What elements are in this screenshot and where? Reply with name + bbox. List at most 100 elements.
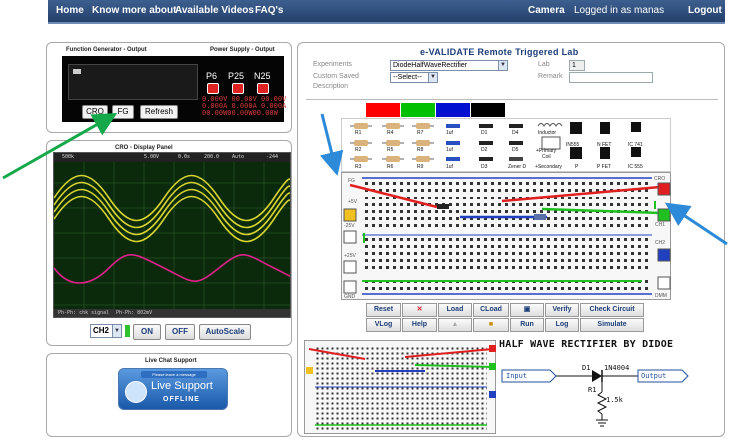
lock-icon: ▲ <box>451 321 459 328</box>
cro-button[interactable]: CRO <box>82 105 108 119</box>
custom-saved-select[interactable]: --Select-- ▼ <box>390 72 438 83</box>
component-label: IC 555 <box>628 164 643 170</box>
experiment-select-value: DiodeHalfWaveRectifier <box>393 62 468 69</box>
lock-button[interactable]: ▲ <box>438 318 472 332</box>
channel-select[interactable]: CH2 ▼ <box>90 324 122 338</box>
live-support-button[interactable]: Please leave a message Live Support OFFL… <box>118 368 228 410</box>
red-color-bar[interactable] <box>366 103 400 117</box>
nav-videos-link[interactable]: Available Videos <box>175 5 254 16</box>
resistor-symbol <box>596 391 608 415</box>
cload-button[interactable]: CLoad <box>473 303 509 317</box>
unlock-icon: ■ <box>488 321 494 328</box>
preview-holes <box>315 346 487 430</box>
cro-display: 500k 5.00V 0.0s 200.0 Auto -244 Ph-Ph: c… <box>53 152 291 318</box>
breadboard-label: +5V <box>348 199 358 205</box>
help-button[interactable]: Help <box>402 318 437 332</box>
fet-n-icon <box>600 122 610 134</box>
remark-input[interactable] <box>569 72 653 83</box>
component-label: Coil <box>542 154 551 160</box>
component-label: R6 <box>387 164 394 170</box>
check-circuit-button[interactable]: Check Circuit <box>580 303 644 317</box>
autoscale-button[interactable]: AutoScale <box>199 324 251 340</box>
component-label: 1uf <box>446 147 453 153</box>
cro-yellow-trace <box>54 174 290 243</box>
component-label: P FET <box>597 164 612 170</box>
resistor-on-board <box>534 214 546 220</box>
ps-channel-label: N25 <box>254 71 271 81</box>
component-label: R5 <box>387 147 394 153</box>
custom-saved-select-value: --Select-- <box>393 74 422 81</box>
circuit-preview-svg <box>306 345 496 430</box>
schematic-r1-label: R1 <box>588 386 597 394</box>
load-button[interactable]: Load <box>438 303 472 317</box>
component-label: N FET <box>597 142 612 148</box>
cro-panel-title: CRO - Display Panel <box>115 145 173 151</box>
breadboard-label: +25V <box>344 253 356 259</box>
live-support-text: Live Support <box>151 380 213 392</box>
component-label: R7 <box>417 130 424 136</box>
breadboard-label: CRO <box>654 176 666 182</box>
component-label: 1uf <box>446 164 453 170</box>
ps-knob-n25[interactable] <box>257 83 269 94</box>
lab-label: Lab <box>538 61 550 68</box>
page: Home Know more about Available Videos FA… <box>0 0 729 441</box>
channel-select-value: CH2 <box>93 326 110 335</box>
fg-button[interactable]: FG <box>112 105 134 119</box>
transistor-n-icon <box>570 122 582 134</box>
left-terminals <box>343 208 357 294</box>
leave-message-text: Please leave a message <box>141 371 207 378</box>
component-label: R2 <box>355 147 362 153</box>
preview-terminal <box>306 367 313 374</box>
simulate-button[interactable]: Simulate <box>580 318 644 332</box>
delete-icon: ✕ <box>416 306 423 313</box>
component-label: IN555 <box>566 142 580 148</box>
breadboard-label: DMM <box>655 293 667 299</box>
run-button[interactable]: Run <box>510 318 544 332</box>
chevron-down-icon: ▼ <box>428 73 437 82</box>
ic741-icon <box>631 122 641 132</box>
nav-camera-link[interactable]: Camera <box>528 5 565 16</box>
ic555-icon <box>631 147 641 157</box>
fg-screen-icon <box>73 69 81 74</box>
ps-knob-p6[interactable] <box>207 83 219 94</box>
ps-knob-p25[interactable] <box>232 83 244 94</box>
save-button[interactable]: ▣ <box>510 303 544 317</box>
nav-know-more-link[interactable]: Know more about <box>92 5 176 16</box>
nav-logout-link[interactable]: Logout <box>688 5 722 16</box>
diode-on-board <box>437 204 449 209</box>
component-label: Zener D <box>508 164 527 170</box>
vlog-button[interactable]: VLog <box>366 318 401 332</box>
experiment-select[interactable]: DiodeHalfWaveRectifier ▼ <box>390 60 508 71</box>
diode-symbol <box>592 370 602 382</box>
component-label: R1 <box>355 130 362 136</box>
component-label: +Secondary <box>535 164 562 170</box>
nav-home-link[interactable]: Home <box>56 5 84 16</box>
function-generator-title: Function Generator - Output <box>66 47 147 53</box>
component-label: R8 <box>417 147 424 153</box>
off-button[interactable]: OFF <box>165 324 195 340</box>
component-label: D2 <box>481 147 488 153</box>
save-icon: ▣ <box>523 306 531 313</box>
circuit-preview <box>304 340 496 434</box>
schematic-input-label: Input <box>506 372 528 380</box>
black-color-bar[interactable] <box>471 103 505 117</box>
ps-channel-label: P25 <box>228 71 245 81</box>
delete-button[interactable]: ✕ <box>402 303 437 317</box>
unlock-button[interactable]: ■ <box>473 318 509 332</box>
on-button[interactable]: ON <box>133 324 161 340</box>
description-label: Description <box>313 83 349 90</box>
reset-button[interactable]: Reset <box>366 303 401 317</box>
nav-faqs-link[interactable]: FAQ's <box>255 5 284 16</box>
green-color-bar[interactable] <box>401 103 435 117</box>
schematic-part-label: 1N4004 <box>604 364 630 372</box>
blue-color-bar[interactable] <box>436 103 470 117</box>
log-button[interactable]: Log <box>545 318 579 332</box>
preview-terminal <box>489 363 496 370</box>
logged-in-text: Logged in as manas <box>574 5 665 16</box>
cro-footer: Ph-Ph: chk signal Ph-Ph: 802mV <box>54 309 290 317</box>
verify-button[interactable]: Verify <box>545 303 579 317</box>
breadboard[interactable]: +5V -25V +25V GND CRO CH1 CH2 DMM FG <box>341 172 671 300</box>
ps-power-row: 00.00W00.00W00.00W <box>202 109 278 117</box>
refresh-button[interactable]: Refresh <box>140 105 178 119</box>
power-supply-title: Power Supply - Output <box>210 47 275 53</box>
